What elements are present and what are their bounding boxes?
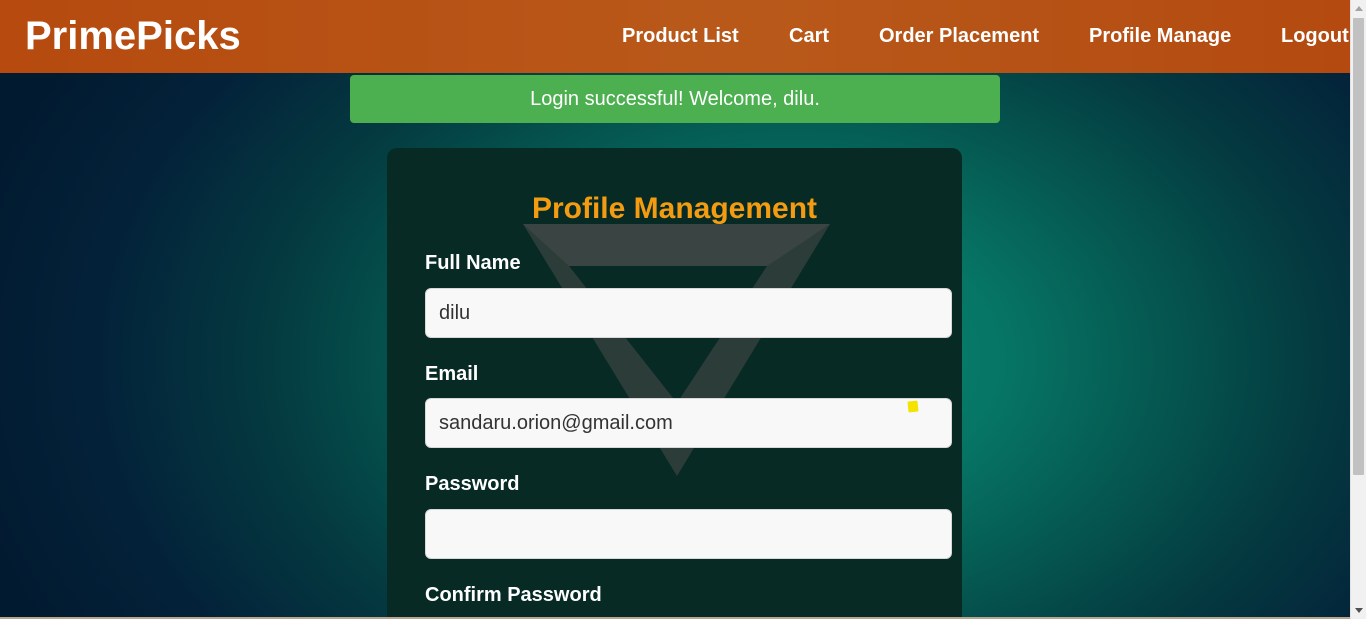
password-input[interactable] [425,509,952,559]
login-success-alert: Login successful! Welcome, dilu. [350,75,1000,123]
vertical-scrollbar[interactable] [1350,0,1366,619]
full-name-input[interactable] [425,288,952,338]
autofill-marker [907,400,919,413]
page-title: Profile Management [531,192,818,225]
confirm-password-label: Confirm Password [425,584,602,606]
email-input[interactable] [425,398,952,448]
brand-logo[interactable]: PrimePicks [25,14,241,58]
scroll-thumb[interactable] [1353,18,1364,475]
nav-link-logout[interactable]: Logout [1281,24,1349,48]
nav-link-order-placement[interactable]: Order Placement [879,24,1039,48]
password-label: Password [425,473,520,495]
top-navbar: PrimePicks Product List Cart Order Place… [0,0,1350,73]
nav-link-cart[interactable]: Cart [789,24,829,48]
nav-link-profile-manage[interactable]: Profile Manage [1089,24,1231,48]
scroll-down-icon[interactable] [1355,608,1363,613]
nav-link-product-list[interactable]: Product List [622,24,739,48]
full-name-label: Full Name [425,252,521,274]
profile-card: Profile Management Full Name Email Passw… [387,148,962,619]
email-label: Email [425,363,479,385]
scroll-up-icon[interactable] [1355,6,1363,11]
